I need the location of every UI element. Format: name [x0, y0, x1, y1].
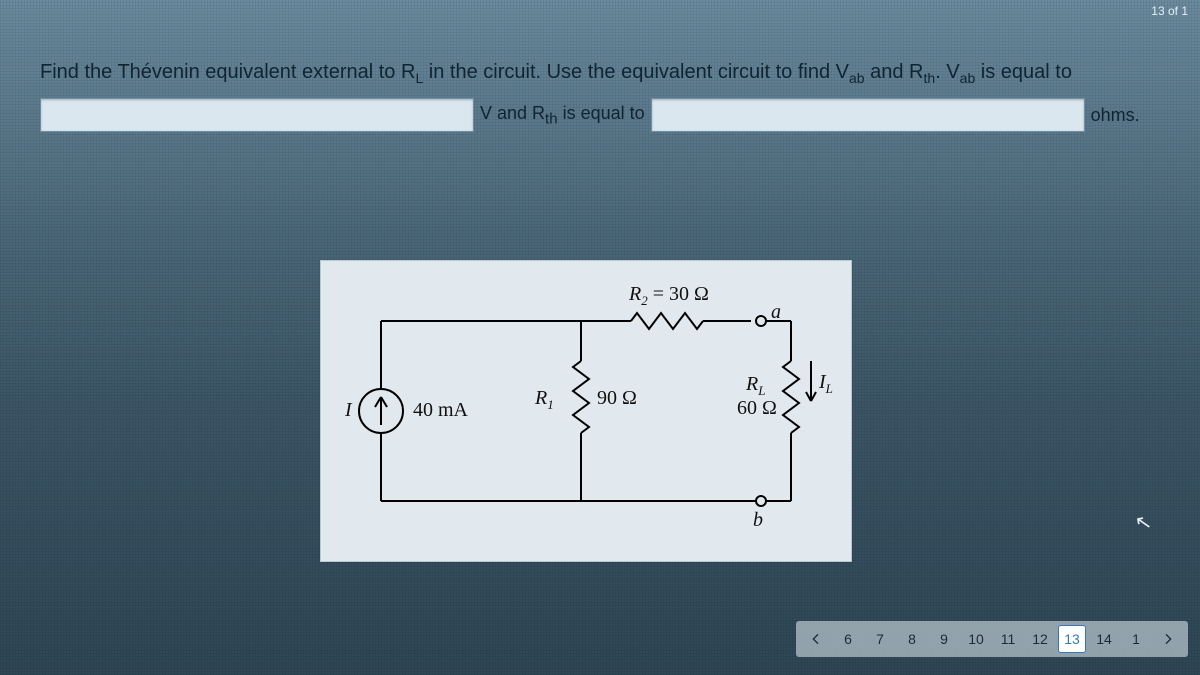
label-R2: R2 = 30 Ω: [629, 283, 709, 309]
question-pager: 678910111213141: [796, 621, 1188, 657]
q-text: . V: [935, 61, 959, 83]
txt-sub: 1: [547, 397, 554, 412]
q-text: is equal to: [975, 61, 1072, 83]
page-counter: 13 of 1: [1151, 4, 1188, 18]
q-rth-sub: th: [924, 70, 936, 86]
question-prompt: Find the Thévenin equivalent external to…: [40, 58, 1160, 89]
txt-sub: th: [545, 110, 558, 127]
unit-ohms: ohms.: [1091, 105, 1140, 126]
label-R1-value: 90 Ω: [597, 387, 637, 410]
txt: R: [629, 283, 641, 305]
txt: I: [819, 371, 826, 393]
txt: R: [746, 373, 758, 395]
q-vab-sub: ab: [960, 70, 976, 86]
between-text: V and Rth is equal to: [480, 103, 645, 128]
label-I: I: [345, 399, 352, 422]
label-R1: R1: [535, 387, 554, 413]
txt-sub: L: [826, 381, 833, 396]
pager-page-9[interactable]: 9: [930, 625, 958, 653]
rth-input[interactable]: [651, 98, 1085, 132]
txt: = 30 Ω: [648, 283, 709, 305]
pager-page-12[interactable]: 12: [1026, 625, 1054, 653]
txt: V and R: [480, 103, 545, 123]
pager-page-7[interactable]: 7: [866, 625, 894, 653]
pager-page-1[interactable]: 1: [1122, 625, 1150, 653]
pager-page-10[interactable]: 10: [962, 625, 990, 653]
pager-page-8[interactable]: 8: [898, 625, 926, 653]
q-text: Find the Thévenin equivalent external to: [40, 61, 401, 83]
pager-page-6[interactable]: 6: [834, 625, 862, 653]
q-text: in the circuit. Use the equivalent circu…: [423, 61, 849, 83]
node-a: a: [771, 301, 781, 324]
pager-page-13[interactable]: 13: [1058, 625, 1086, 653]
q-text: and R: [865, 61, 924, 83]
label-IL: IL: [819, 371, 833, 397]
cursor-icon: ↖: [1133, 509, 1154, 537]
pager-page-11[interactable]: 11: [994, 625, 1022, 653]
q-vab-sub: ab: [849, 70, 865, 86]
label-RL-value: 60 Ω: [737, 397, 777, 420]
node-b: b: [753, 509, 763, 532]
pager-next[interactable]: [1154, 625, 1182, 653]
q-rl: R: [401, 61, 415, 83]
label-RL: RL: [746, 373, 765, 399]
label-I-value: 40 mA: [413, 399, 468, 422]
txt: is equal to: [558, 103, 645, 123]
pager-prev[interactable]: [802, 625, 830, 653]
circuit-diagram: I 40 mA R1 90 Ω R2 = 30 Ω RL 60 Ω IL a b: [320, 260, 852, 562]
answer-row: V and Rth is equal to ohms.: [40, 98, 1160, 132]
txt: R: [535, 387, 547, 409]
txt-sub: L: [758, 383, 765, 398]
vab-input[interactable]: [40, 98, 474, 132]
pager-page-14[interactable]: 14: [1090, 625, 1118, 653]
